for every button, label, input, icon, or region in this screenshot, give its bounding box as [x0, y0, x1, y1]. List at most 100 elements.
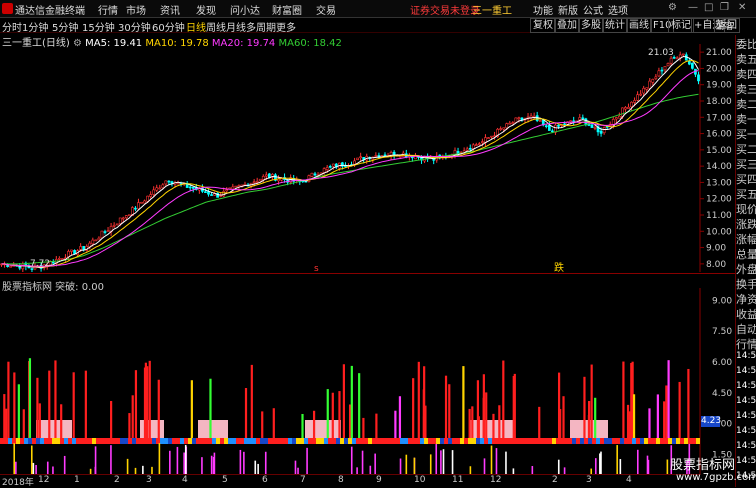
menu-hangqing[interactable]: 行情	[98, 2, 118, 17]
signal-strip-cell	[624, 438, 628, 444]
settings-icon[interactable]: ⚙	[668, 2, 677, 13]
indicator-lower-bar	[600, 451, 602, 475]
candle-body	[121, 217, 125, 220]
indicator-bar	[60, 404, 63, 438]
indicator-lower-bar	[264, 451, 267, 475]
indicator-bar	[54, 360, 57, 438]
menu-gongshi[interactable]: 公式	[583, 2, 603, 17]
signal-strip-cell	[320, 438, 324, 444]
signal-strip-cell	[284, 438, 288, 444]
indicator-lower-bar	[483, 458, 486, 475]
menu-faxian[interactable]: 发现	[196, 2, 216, 17]
indicator-bar	[482, 397, 485, 438]
period-1min[interactable]: 1分钟	[22, 19, 48, 34]
menu-zixun[interactable]: 资讯	[160, 2, 180, 17]
menu-wenxiaoda[interactable]: 问小达	[230, 2, 260, 17]
signal-strip-cell	[436, 438, 440, 444]
period-weekly[interactable]: 周线	[206, 19, 226, 34]
candle-body	[468, 147, 472, 150]
candle-body	[569, 120, 573, 123]
tool-huaxian[interactable]: 画线	[626, 18, 652, 33]
maximize-icon[interactable]: □	[704, 2, 713, 13]
candle-body	[520, 117, 524, 121]
signal-strip-cell	[612, 438, 616, 444]
indicator-lower-bar	[183, 452, 185, 475]
close-icon[interactable]: ✕	[738, 2, 746, 13]
menu-jiaoyi[interactable]: 交易	[316, 2, 336, 17]
indicator-price-badge: 4.23	[701, 416, 722, 427]
signal-strip-cell	[304, 438, 308, 444]
tool-tongji[interactable]: 统计	[602, 18, 628, 33]
tool-diejia[interactable]: 叠加	[554, 18, 580, 33]
indicator-chart[interactable]: 9.007.506.004.503.001.50	[0, 288, 735, 475]
menu-xinban[interactable]: 新版	[558, 2, 578, 17]
period-daily[interactable]: 日线	[186, 19, 206, 34]
candle-body	[614, 117, 618, 120]
candle-body	[666, 63, 670, 67]
date-tick: 4	[182, 475, 188, 485]
period-fenshi[interactable]: 分时	[2, 19, 22, 34]
signal-strip-cell	[420, 438, 424, 444]
signal-strip-cell	[524, 438, 528, 444]
guest-label[interactable]: 游客	[716, 19, 734, 32]
period-multi[interactable]: 多周期	[246, 19, 276, 34]
indicator-bar	[375, 413, 378, 438]
candle-body	[487, 137, 490, 139]
candle-body	[353, 160, 356, 165]
menu-xuanxiang[interactable]: 选项	[608, 2, 628, 17]
signal-strip-cell	[160, 438, 164, 444]
tool-fuquan[interactable]: 复权	[530, 18, 556, 33]
signal-strip-cell	[508, 438, 512, 444]
period-more[interactable]: 更多	[276, 19, 296, 34]
price-tick: 11.00	[706, 211, 732, 221]
signal-strip-cell	[380, 438, 384, 444]
date-tick: 5	[222, 475, 228, 485]
period-30min[interactable]: 30分钟	[118, 19, 151, 34]
signal-strip-cell	[572, 438, 576, 444]
signal-strip-cell	[120, 438, 124, 444]
candle-body	[627, 106, 630, 109]
period-60min[interactable]: 60分钟	[152, 19, 185, 34]
period-monthly[interactable]: 月线	[226, 19, 246, 34]
candle-body	[222, 191, 226, 197]
signal-strip-cell	[28, 438, 32, 444]
indicator-bar	[48, 370, 51, 438]
quote-panel-label: 14:50	[736, 426, 756, 436]
signal-strip-cell	[504, 438, 508, 444]
signal-strip-cell	[492, 438, 496, 444]
login-alert[interactable]: 证券交易未登录	[410, 2, 480, 17]
indicator-lower-bar	[201, 457, 203, 475]
menu-gongneng[interactable]: 功能	[533, 2, 553, 17]
indicator-bar	[338, 391, 341, 438]
indicator-bar	[84, 370, 87, 438]
quote-panel-label: 净资	[736, 293, 756, 306]
minimize-icon[interactable]: —	[688, 2, 698, 13]
candle-body	[61, 258, 64, 260]
indicator-bar	[663, 401, 666, 438]
candle-body	[602, 127, 606, 134]
watermark-url: www.7gpzb.com	[676, 472, 756, 483]
candle-body	[115, 223, 119, 226]
tool-duogu[interactable]: 多股	[578, 18, 604, 33]
menu-shichang[interactable]: 市场	[126, 2, 146, 17]
restore-icon[interactable]: ❐	[720, 2, 729, 13]
period-5min[interactable]: 5分钟	[52, 19, 78, 34]
indicator-bar	[632, 394, 636, 438]
period-15min[interactable]: 15分钟	[82, 19, 115, 34]
candlestick-chart[interactable]: 21.00 20.00 19.00 18.00 17.00 16.00 15.00 14.00…	[0, 44, 735, 272]
indicator-lower-bar	[440, 450, 442, 475]
indicator-bar	[417, 361, 420, 438]
date-tick: 7	[300, 475, 306, 485]
menu-caifuquan[interactable]: 财富圈	[272, 2, 302, 17]
indicator-bar	[485, 392, 488, 438]
candle-body	[636, 94, 639, 101]
price-tick: 15.00	[706, 146, 732, 156]
candle-body	[359, 156, 363, 159]
indicator-bar	[512, 375, 515, 438]
indicator-bar	[398, 396, 402, 438]
signal-strip-cell	[560, 438, 564, 444]
candle-body	[313, 173, 317, 176]
signal-strip-cell	[36, 438, 40, 444]
indicator-lower-bar	[636, 449, 639, 475]
signal-strip-cell	[424, 438, 428, 444]
